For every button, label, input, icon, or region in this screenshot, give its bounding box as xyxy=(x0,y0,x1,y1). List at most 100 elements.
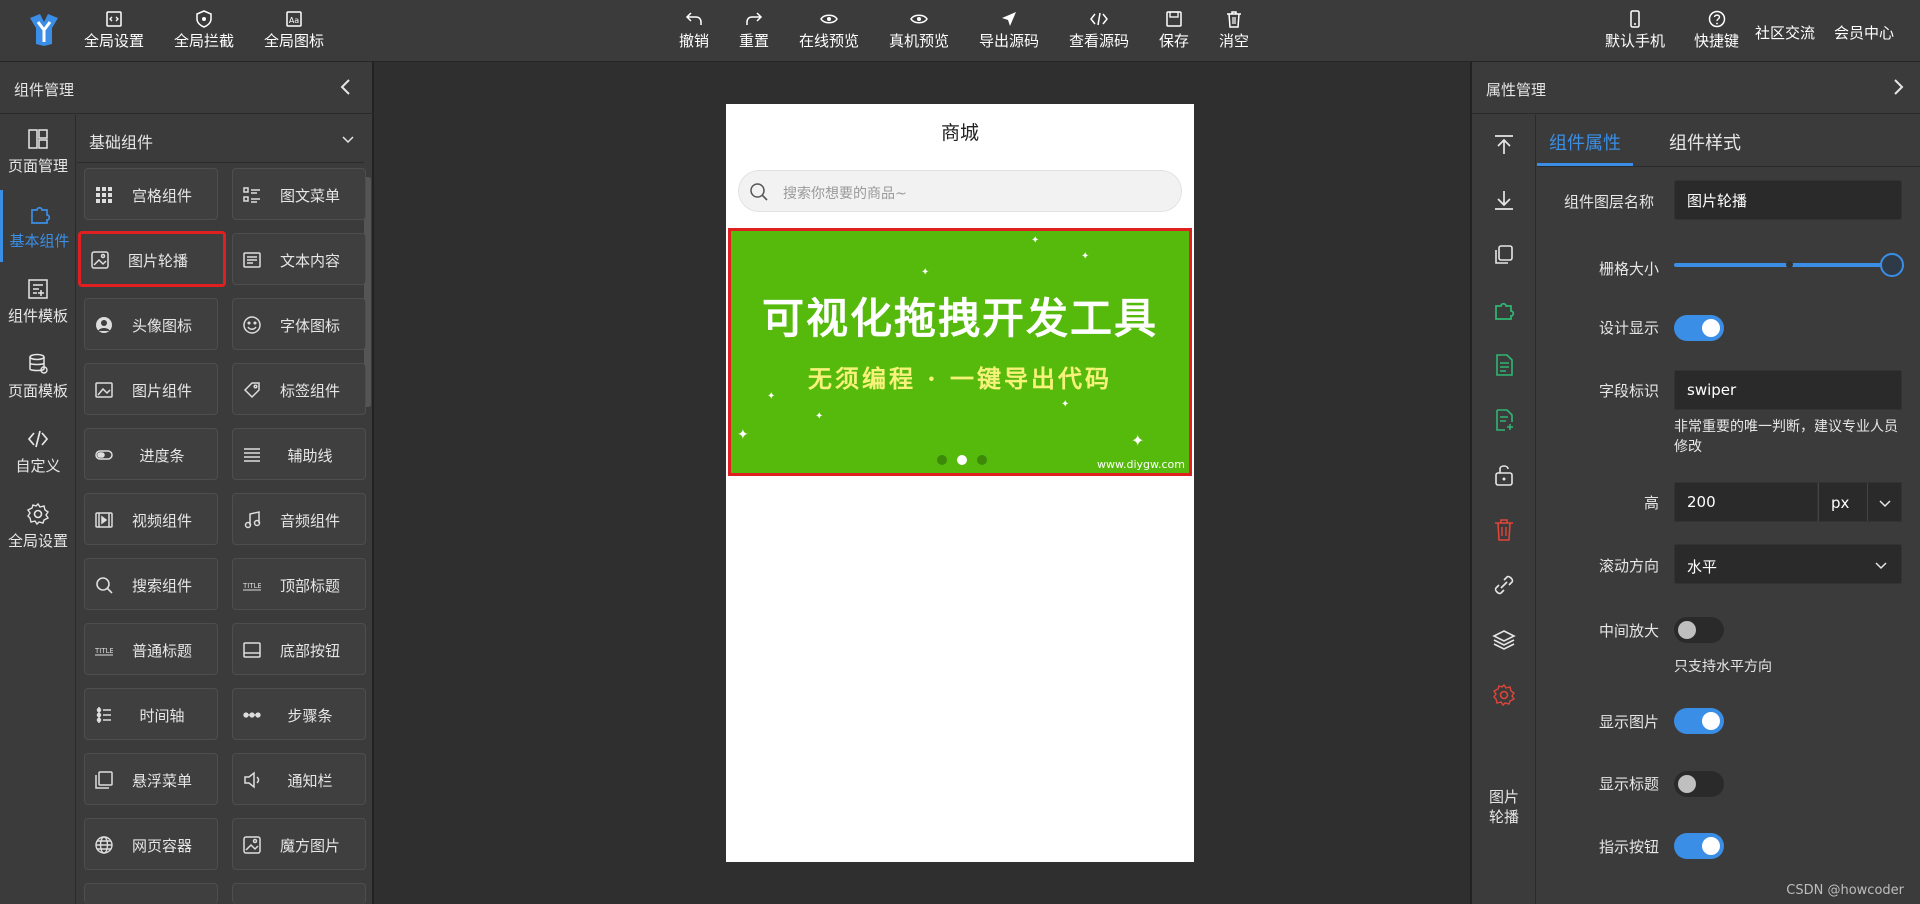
move-top-icon[interactable] xyxy=(1492,133,1516,157)
nav-basic-components[interactable]: 基本组件 xyxy=(0,190,76,262)
chevron-down-icon xyxy=(1875,562,1887,570)
search-placeholder: 搜索你想要的商品~ xyxy=(783,186,907,202)
undo-icon xyxy=(685,12,702,25)
unlock-icon[interactable] xyxy=(1492,463,1516,487)
member-center-link[interactable]: 会员中心 xyxy=(1834,22,1894,43)
component-cube-image-button[interactable]: 魔方图片 xyxy=(232,818,366,870)
component-grid-button[interactable]: 宫格组件 xyxy=(84,168,218,220)
component-image-button[interactable]: 图片组件 xyxy=(84,363,218,415)
design-canvas: 商城 搜索你想要的商品~ ✦ ✦ ✦ ✦ ✦ ✦ ✦ ✦ 可视化拖拽开发工具 无… xyxy=(376,62,1470,904)
grid-size-slider-track[interactable] xyxy=(1674,263,1892,267)
save-button[interactable]: 保存 xyxy=(1159,10,1189,54)
indicator-toggle[interactable] xyxy=(1674,833,1724,859)
carousel-dot-active[interactable] xyxy=(957,455,967,465)
community-link[interactable]: 社区交流 xyxy=(1755,22,1815,43)
tab-component-props[interactable]: 组件属性 xyxy=(1549,129,1621,155)
height-unit-select[interactable]: px xyxy=(1818,482,1902,522)
component-label: 音频组件 xyxy=(279,512,340,530)
show-title-toggle[interactable] xyxy=(1674,771,1724,797)
document-add-icon[interactable] xyxy=(1492,408,1516,432)
component-image-carousel-button[interactable]: 图片轮播 xyxy=(78,231,226,287)
field-id-input[interactable] xyxy=(1674,370,1902,410)
move-bottom-icon[interactable] xyxy=(1492,188,1516,212)
component-audio-button[interactable]: 音频组件 xyxy=(232,493,366,545)
search-bar[interactable]: 搜索你想要的商品~ xyxy=(738,170,1182,212)
code-icon xyxy=(1090,12,1108,26)
grid-size-slider-handle[interactable] xyxy=(1880,253,1904,277)
layer-name-input[interactable] xyxy=(1674,180,1902,220)
component-text-content-button[interactable]: 文本内容 xyxy=(232,233,366,285)
phone-preview[interactable]: 商城 搜索你想要的商品~ ✦ ✦ ✦ ✦ ✦ ✦ ✦ ✦ 可视化拖拽开发工具 无… xyxy=(726,104,1194,862)
toolbar-label: 撤销 xyxy=(679,32,710,50)
component-normal-title-button[interactable]: TITLE 普通标题 xyxy=(84,623,218,675)
device-preview-button[interactable]: 真机预览 xyxy=(889,10,949,54)
section-header[interactable]: 基础组件 xyxy=(77,115,364,163)
carousel-dot[interactable] xyxy=(977,455,987,465)
component-avatar-button[interactable]: 头像图标 xyxy=(84,298,218,350)
component-button-partial[interactable] xyxy=(232,883,366,904)
global-icons-button[interactable]: Aa 全局图标 xyxy=(264,10,324,54)
nav-custom[interactable]: 自定义 xyxy=(0,415,76,487)
toolbar-label: 全局图标 xyxy=(264,32,325,50)
component-top-title-button[interactable]: TITLE 顶部标题 xyxy=(232,558,366,610)
component-image-text-menu-button[interactable]: 图文菜单 xyxy=(232,168,366,220)
zoom-center-toggle[interactable] xyxy=(1674,617,1724,643)
section-title: 基础组件 xyxy=(89,133,154,152)
chevron-right-icon[interactable] xyxy=(1888,77,1908,97)
nav-global-settings[interactable]: 全局设置 xyxy=(0,490,76,562)
tab-component-style[interactable]: 组件样式 xyxy=(1669,129,1741,155)
nav-component-templates[interactable]: 组件模板 xyxy=(0,265,76,337)
component-button-partial[interactable] xyxy=(84,883,218,904)
online-preview-button[interactable]: 在线预览 xyxy=(799,10,859,54)
component-search-button[interactable]: 搜索组件 xyxy=(84,558,218,610)
copy-icon[interactable] xyxy=(1492,243,1516,267)
nav-page-templates[interactable]: 页面模板 xyxy=(0,340,76,412)
show-image-toggle[interactable] xyxy=(1674,708,1724,734)
export-source-button[interactable]: 导出源码 xyxy=(979,10,1039,54)
carousel-dot[interactable] xyxy=(937,455,947,465)
layers-icon[interactable] xyxy=(1492,628,1516,652)
component-notice-bar-button[interactable]: 通知栏 xyxy=(232,753,366,805)
component-font-icon-button[interactable]: 字体图标 xyxy=(232,298,366,350)
component-webview-button[interactable]: 网页容器 xyxy=(84,818,218,870)
toolbar-label: 真机预览 xyxy=(889,32,950,50)
component-video-button[interactable]: 视频组件 xyxy=(84,493,218,545)
view-source-button[interactable]: 查看源码 xyxy=(1069,10,1129,54)
global-settings-button[interactable]: 全局设置 xyxy=(84,10,144,54)
component-label: 宫格组件 xyxy=(131,187,192,205)
document-icon[interactable] xyxy=(1492,353,1516,377)
component-steps-button[interactable]: 步骤条 xyxy=(232,688,366,740)
component-divider-button[interactable]: 辅助线 xyxy=(232,428,366,480)
chevron-left-icon[interactable] xyxy=(336,77,356,97)
app-logo-icon[interactable] xyxy=(26,12,62,48)
link-icon[interactable] xyxy=(1492,573,1516,597)
component-bottom-button-button[interactable]: 底部按钮 xyxy=(232,623,366,675)
global-intercept-button[interactable]: 全局拦截 xyxy=(174,10,234,54)
component-progress-bar-button[interactable]: 进度条 xyxy=(84,428,218,480)
undo-button[interactable]: 撤销 xyxy=(679,10,709,54)
indicator-label: 指示按钮 xyxy=(1599,838,1660,856)
template-icon xyxy=(28,278,48,299)
panel-header: 组件管理 xyxy=(0,62,374,114)
default-phone-button[interactable]: 默认手机 xyxy=(1605,10,1665,54)
height-input[interactable] xyxy=(1674,482,1818,522)
component-label: 文本内容 xyxy=(279,252,340,270)
design-show-toggle[interactable] xyxy=(1674,315,1724,341)
image-carousel[interactable]: ✦ ✦ ✦ ✦ ✦ ✦ ✦ ✦ 可视化拖拽开发工具 无须编程 · 一键导出代码 … xyxy=(728,228,1192,476)
trash-icon[interactable] xyxy=(1492,518,1516,542)
panel-title: 属性管理 xyxy=(1486,81,1547,99)
gear-icon[interactable] xyxy=(1492,683,1516,707)
chevron-down-icon xyxy=(1879,500,1891,508)
component-float-menu-button[interactable]: 悬浮菜单 xyxy=(84,753,218,805)
puzzle-icon[interactable] xyxy=(1492,298,1516,322)
shortcuts-button[interactable]: 快捷键 xyxy=(1694,10,1739,54)
redo-icon xyxy=(746,12,763,25)
component-tag-button[interactable]: 标签组件 xyxy=(232,363,366,415)
layer-name-label: 组件图层名称 xyxy=(1564,193,1655,211)
redo-button[interactable]: 重置 xyxy=(739,10,769,54)
nav-label: 基本组件 xyxy=(9,231,70,250)
scroll-direction-select[interactable]: 水平 xyxy=(1674,544,1902,584)
nav-page-manager[interactable]: 页面管理 xyxy=(0,115,76,187)
component-timeline-button[interactable]: 时间轴 xyxy=(84,688,218,740)
clear-button[interactable]: 消空 xyxy=(1219,10,1249,54)
